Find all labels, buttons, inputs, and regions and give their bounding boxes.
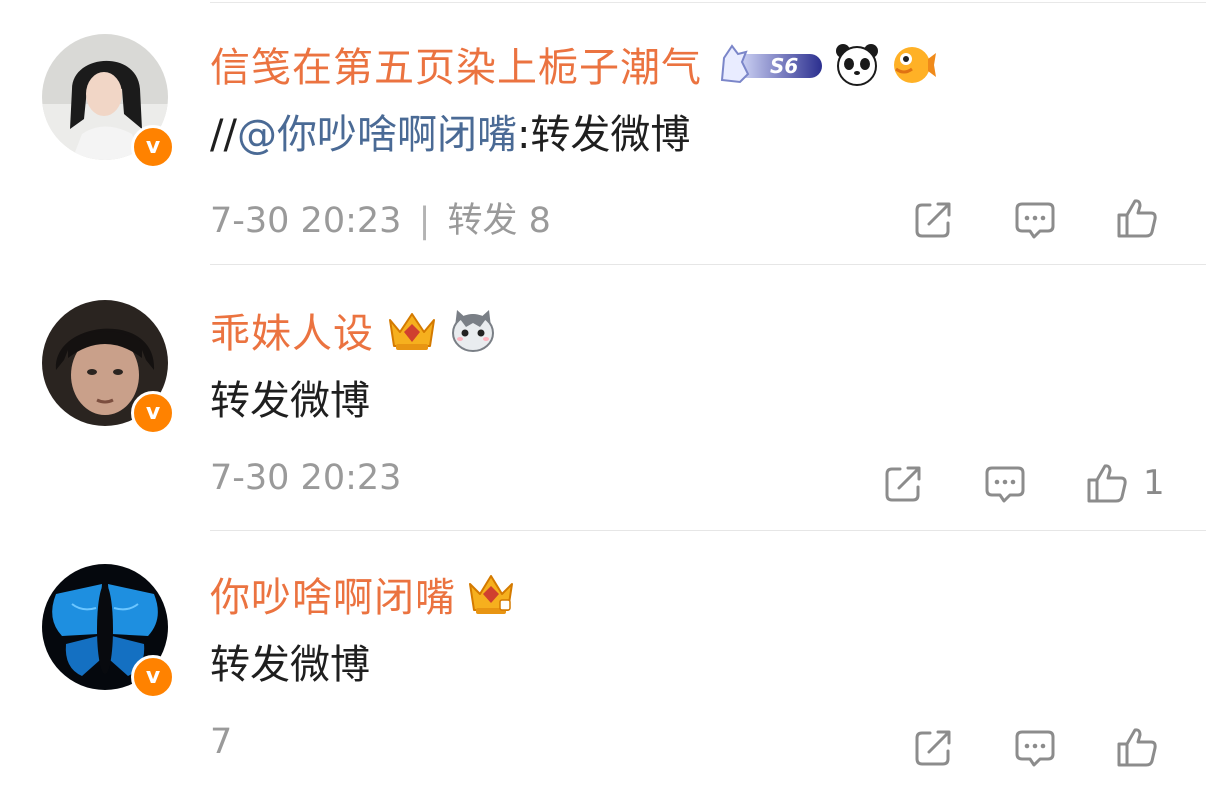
avatar[interactable]: v [42,34,175,169]
share-button[interactable] [912,723,954,773]
post-meta: 7-30 20:23 | 转发 8 [210,192,551,243]
mention-link[interactable]: @你吵啥啊闭嘴 [237,112,517,158]
username[interactable]: 信笺在第五页染上栀子潮气 [210,35,702,93]
timestamp: 7-30 20:23 [210,201,402,241]
like-count: 1 [1143,463,1165,503]
comment-icon [985,466,1025,503]
level-badge-text: S6 [770,54,798,78]
thumbs-up-icon [1087,464,1127,503]
pufferfish-emoji-icon [894,47,936,83]
comment-button[interactable] [983,459,1027,509]
comment-icon [1015,202,1055,239]
content-text: :转发微博 [516,112,691,158]
svip-unicorn-badge[interactable]: S6 [712,40,824,88]
verified-badge: v [131,125,175,169]
like-button[interactable] [1115,193,1173,243]
like-button[interactable]: 1 [1085,458,1165,508]
repost-count[interactable]: 转发 8 [448,201,551,241]
verified-badge: v [131,391,175,435]
share-button[interactable] [882,459,924,509]
content-prefix: // [210,112,237,158]
repost-item: v 信笺在第五页染上栀子潮气 S6 //@你吵啥啊闭嘴:转发微博 7-30 20… [0,0,1206,265]
share-button[interactable] [912,195,954,245]
share-icon [915,730,951,766]
repost-item: v 你吵啥啊闭嘴 转发微博 7 [0,530,1206,795]
item-divider [210,264,1206,265]
share-icon [915,202,951,238]
crown-badge[interactable] [384,306,440,354]
comment-button[interactable] [1013,723,1057,773]
share-icon [885,466,921,502]
crown-badge[interactable] [466,570,516,618]
meta-separator: | [418,201,431,241]
timestamp: 7 [210,722,233,762]
cat-emoji-icon [452,310,494,352]
comment-button[interactable] [1013,195,1057,245]
repost-content: //@你吵啥啊闭嘴:转发微博 [210,102,690,160]
username[interactable]: 你吵啥啊闭嘴 [210,565,456,623]
timestamp: 7-30 20:23 [210,458,402,498]
verified-badge: v [131,655,175,699]
thumbs-up-icon [1117,199,1157,238]
repost-content: 转发微博 [210,642,370,688]
comment-icon [1015,730,1055,767]
repost-item: v 乖妹人设 转发微博 7-30 20:23 1 [0,266,1206,531]
post-meta: 7-30 20:23 [210,458,401,498]
repost-content: 转发微博 [210,378,370,424]
like-button[interactable] [1115,722,1173,772]
username[interactable]: 乖妹人设 [210,301,374,359]
panda-emoji-icon [836,44,878,86]
post-meta: 7 [210,722,232,762]
avatar[interactable]: v [42,300,175,435]
thumbs-up-icon [1117,728,1157,767]
avatar[interactable]: v [42,564,175,699]
